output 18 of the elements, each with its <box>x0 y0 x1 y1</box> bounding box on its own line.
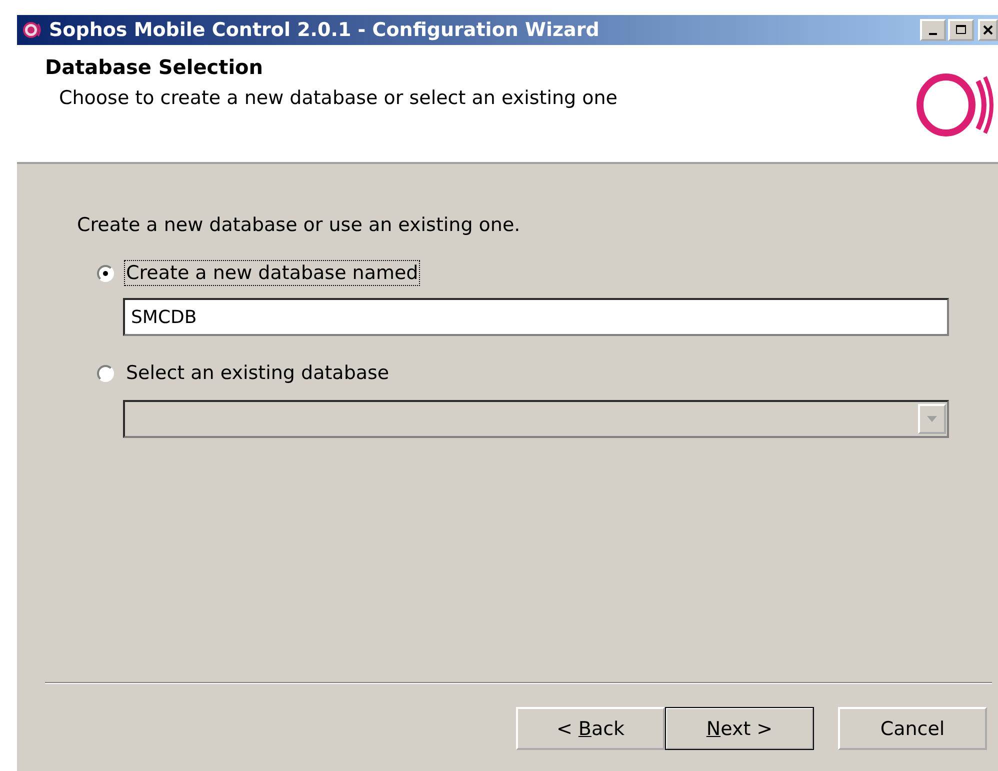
window-title: Sophos Mobile Control 2.0.1 - Configuration Wizard <box>49 19 600 41</box>
minimize-icon <box>929 33 937 35</box>
prompt-text: Create a new database or use an existing one. <box>77 214 522 236</box>
minimize-button[interactable] <box>920 19 946 41</box>
close-icon <box>983 25 993 35</box>
wizard-button[interactable]: Next > <box>665 707 814 750</box>
page-title: Database Selection <box>45 55 264 79</box>
wizard-button[interactable]: Cancel <box>838 707 987 750</box>
radio-label[interactable]: Create a new database named <box>124 260 420 286</box>
dropdown-arrow-icon <box>927 416 937 422</box>
maximize-icon <box>956 25 966 35</box>
maximize-button[interactable] <box>948 19 974 41</box>
close-button[interactable] <box>978 19 998 41</box>
wizard-button[interactable]: < Back <box>516 707 665 750</box>
radio-button[interactable] <box>97 264 114 282</box>
app-logo-icon <box>23 21 43 39</box>
input-field[interactable]: SMCDB <box>123 298 949 336</box>
page-subtitle: Choose to create a new database or select an existing one <box>59 87 618 109</box>
